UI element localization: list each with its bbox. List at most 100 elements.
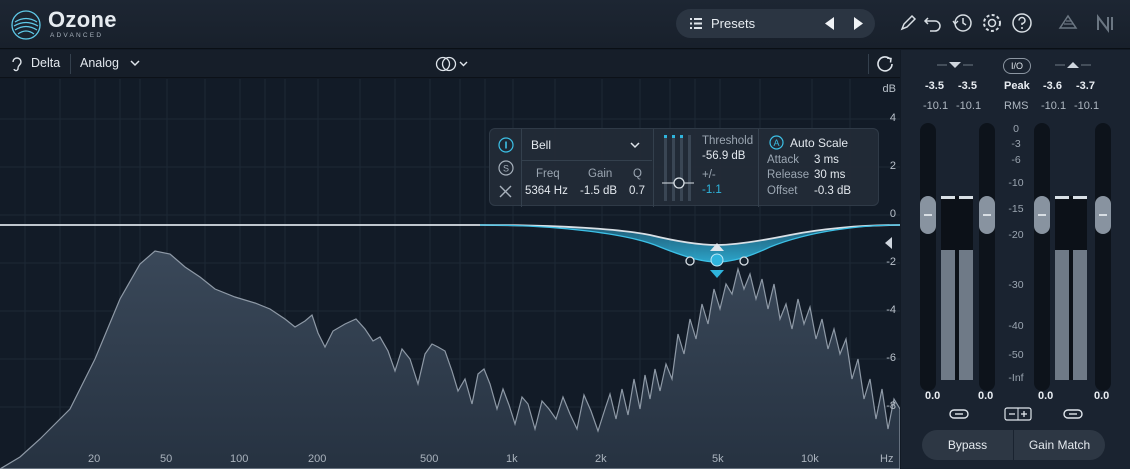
spectrum-fill [0,250,900,469]
undo-icon[interactable] [922,12,944,34]
release-label: Release [767,169,810,181]
top-bar: Ozone ADVANCED Presets [0,0,1130,49]
input-meter-left-level [941,250,955,380]
band-q-handle-right [739,256,749,266]
band-power-icon[interactable] [498,137,514,153]
input-meter [941,196,973,380]
presets-bar[interactable]: Presets [676,9,875,38]
attack-value[interactable]: 3 ms [814,154,839,166]
ozone-logo: Ozone ADVANCED [10,7,120,43]
output-meter [1055,196,1087,380]
hz-tick-label: 200 [308,453,327,465]
output-gain-right-value[interactable]: 0.0 [1094,390,1109,402]
band-down-arrow-icon [710,270,724,278]
ozone-logo-mark-icon [11,10,41,40]
io-link-button[interactable]: I/O [1003,58,1031,74]
presets-label[interactable]: Presets [711,16,755,31]
output-collapse-icon[interactable] [1055,61,1091,69]
output-gain-left-slider[interactable] [1034,123,1050,391]
history-icon[interactable] [951,12,973,34]
input-gain-right-slider[interactable] [979,123,995,391]
fader-knob[interactable] [1034,196,1050,234]
gain-value[interactable]: -1.5 dB [580,185,617,197]
offset-link-icon[interactable] [1004,407,1032,421]
dynamic-threshold-meter[interactable] [662,133,694,203]
input-meter-right-level [959,250,973,380]
band-popup: S Bell Freq Gain Q 5364 Hz -1.5 dB 0.7 T… [489,128,879,207]
freq-value[interactable]: 5364 Hz [525,185,568,197]
collapse-panel-icon[interactable] [885,237,893,249]
close-icon[interactable] [499,185,512,198]
q-label: Q [633,168,642,180]
band-node [710,253,724,267]
divider [70,54,71,74]
pencil-icon[interactable] [897,12,919,34]
rms-label: RMS [1004,100,1029,112]
next-preset-icon[interactable] [852,17,864,30]
output-peak-left: -3.6 [1043,80,1062,92]
gain-label: Gain [588,168,613,180]
input-peak-right: -3.5 [958,80,977,92]
input-gain-right-value[interactable]: 0.0 [978,390,993,402]
meter-scale-label: -6 [1011,154,1021,166]
input-link-icon[interactable] [948,407,970,421]
eq-mode-select[interactable]: Analog [80,56,119,70]
output-meter-left-level [1055,250,1069,380]
meter-scale-label: -50 [1008,349,1024,361]
offset-value[interactable]: -0.3 dB [814,185,851,197]
app-edition: ADVANCED [50,32,104,39]
meter-scale-label: -Inf [1008,372,1024,384]
threshold-label: Threshold [702,135,754,147]
output-gain-right-slider[interactable] [1095,123,1111,391]
divider [522,160,652,161]
delta-label[interactable]: Delta [31,56,60,70]
threshold-value[interactable]: -56.9 dB [702,150,745,162]
band-type-select[interactable]: Bell [531,138,551,152]
refresh-icon[interactable] [875,54,895,74]
meter-scale-label: -10 [1008,177,1024,189]
input-peak-hold-left [941,196,955,199]
divider [521,129,522,207]
peak-label: Peak [1004,80,1030,92]
auto-scale-label[interactable]: Auto Scale [790,136,848,150]
meter-scale-label: -40 [1008,320,1024,332]
db-tick-label: 0 [889,208,896,220]
db-tick-label: -2 [886,256,896,268]
ear-icon[interactable] [10,56,24,72]
range-value[interactable]: -1.1 [702,184,722,196]
input-gain-left-slider[interactable] [920,123,936,391]
chevron-down-icon[interactable] [630,142,640,149]
release-value[interactable]: 30 ms [814,169,845,181]
output-gain-left-value[interactable]: 0.0 [1038,390,1053,402]
output-meter-right-level [1073,250,1087,380]
output-peak-hold-right [1073,196,1087,199]
band-solo-icon[interactable]: S [498,160,514,176]
stereo-mode-icon[interactable] [434,56,470,72]
divider [868,54,869,74]
db-tick-label: -8 [886,400,896,412]
ozone-window: Ozone ADVANCED Presets Delta Analog dB 4… [0,0,1130,469]
input-gain-left-value[interactable]: 0.0 [925,390,940,402]
list-icon [690,18,702,29]
q-value[interactable]: 0.7 [629,185,645,197]
output-peak-right: -3.7 [1076,80,1095,92]
db-tick-label: 4 [889,112,896,124]
gain-match-button[interactable]: Gain Match [1014,430,1105,460]
previous-preset-icon[interactable] [824,17,836,30]
auto-scale-icon[interactable]: A [769,135,784,150]
app-name: Ozone [48,7,117,32]
bypass-button[interactable]: Bypass [922,430,1013,460]
fader-knob[interactable] [920,196,936,234]
svg-text:S: S [503,164,509,174]
fader-knob[interactable] [979,196,995,234]
output-link-icon[interactable] [1062,407,1084,421]
gear-icon[interactable] [981,12,1003,34]
db-tick-label: -4 [886,304,896,316]
band-q-handle-left [685,256,695,266]
input-collapse-icon[interactable] [937,61,973,69]
hz-tick-label: 10k [801,453,819,465]
fader-knob[interactable] [1095,196,1111,234]
chevron-down-icon[interactable] [130,60,140,67]
help-icon[interactable] [1011,12,1033,34]
hz-tick-label: 2k [595,453,607,465]
